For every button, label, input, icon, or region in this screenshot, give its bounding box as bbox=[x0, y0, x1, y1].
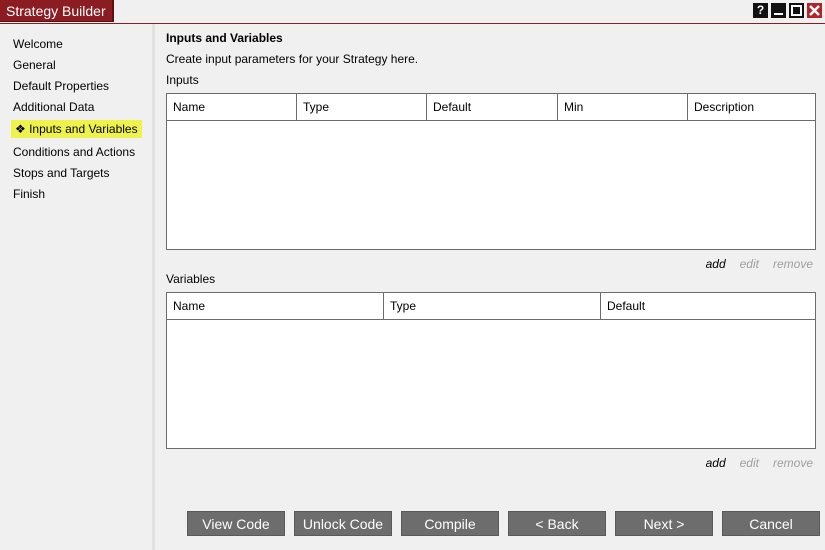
sidebar-item-welcome[interactable]: Welcome bbox=[13, 37, 63, 51]
column-header-name[interactable]: Name bbox=[167, 94, 297, 120]
minimize-glyph bbox=[774, 13, 783, 15]
inputs-table[interactable]: Name Type Default Min Description bbox=[166, 93, 816, 250]
inputs-edit-link[interactable]: edit bbox=[740, 257, 759, 271]
maximize-icon[interactable] bbox=[789, 3, 804, 18]
variables-label: Variables bbox=[166, 272, 216, 286]
sidebar-item-finish[interactable]: Finish bbox=[13, 187, 45, 201]
close-glyph bbox=[809, 5, 820, 16]
window-title: Strategy Builder bbox=[0, 0, 114, 22]
sidebar-item-general[interactable]: General bbox=[13, 58, 56, 72]
variables-table-header: Name Type Default bbox=[167, 293, 815, 320]
variables-actions: add edit remove bbox=[706, 456, 813, 470]
sidebar-item-stops-and-targets[interactable]: Stops and Targets bbox=[13, 166, 110, 180]
close-icon[interactable] bbox=[807, 3, 822, 18]
maximize-glyph bbox=[791, 5, 802, 16]
column-header-min[interactable]: Min bbox=[558, 94, 688, 120]
help-icon[interactable]: ? bbox=[753, 3, 768, 18]
main-panel: Inputs and Variables Create input parame… bbox=[155, 24, 825, 550]
cancel-button[interactable]: Cancel bbox=[722, 511, 820, 536]
inputs-label: Inputs bbox=[166, 73, 199, 87]
compile-button[interactable]: Compile bbox=[401, 511, 499, 536]
wizard-button-bar: View Code Unlock Code Compile < Back Nex… bbox=[187, 511, 820, 536]
column-header-type[interactable]: Type bbox=[297, 94, 427, 120]
next-button[interactable]: Next > bbox=[615, 511, 713, 536]
page-subtitle: Create input parameters for your Strateg… bbox=[166, 52, 419, 66]
inputs-table-header: Name Type Default Min Description bbox=[167, 94, 815, 121]
view-code-button[interactable]: View Code bbox=[187, 511, 285, 536]
column-header-default[interactable]: Default bbox=[601, 293, 815, 319]
unlock-code-button[interactable]: Unlock Code bbox=[294, 511, 392, 536]
column-header-default[interactable]: Default bbox=[427, 94, 558, 120]
back-button[interactable]: < Back bbox=[508, 511, 606, 536]
column-header-type[interactable]: Type bbox=[384, 293, 601, 319]
column-header-description[interactable]: Description bbox=[688, 94, 815, 120]
variables-table[interactable]: Name Type Default bbox=[166, 292, 816, 449]
page-title: Inputs and Variables bbox=[166, 31, 283, 45]
sidebar-item-default-properties[interactable]: Default Properties bbox=[13, 79, 109, 93]
variables-add-link[interactable]: add bbox=[706, 456, 726, 470]
sidebar-item-additional-data[interactable]: Additional Data bbox=[13, 100, 94, 114]
title-bar: Strategy Builder ? bbox=[0, 0, 825, 24]
column-header-name[interactable]: Name bbox=[167, 293, 384, 319]
window-controls: ? bbox=[753, 3, 822, 18]
wizard-sidebar: Welcome General Default Properties Addit… bbox=[0, 24, 153, 550]
inputs-add-link[interactable]: add bbox=[706, 257, 726, 271]
variables-edit-link[interactable]: edit bbox=[740, 456, 759, 470]
inputs-actions: add edit remove bbox=[706, 257, 813, 271]
sidebar-item-inputs-and-variables[interactable]: ❖ Inputs and Variables bbox=[11, 120, 142, 138]
variables-remove-link[interactable]: remove bbox=[773, 456, 813, 470]
minimize-icon[interactable] bbox=[771, 3, 786, 18]
sidebar-item-conditions-and-actions[interactable]: Conditions and Actions bbox=[13, 145, 135, 159]
inputs-remove-link[interactable]: remove bbox=[773, 257, 813, 271]
